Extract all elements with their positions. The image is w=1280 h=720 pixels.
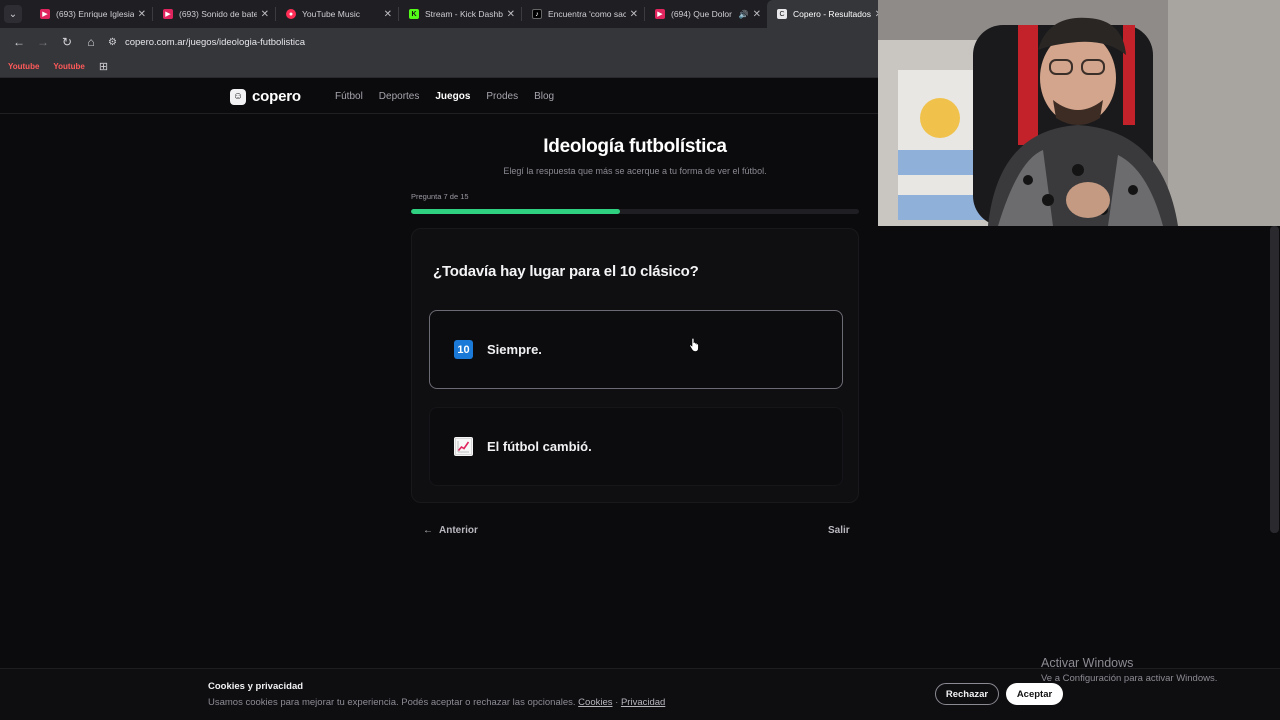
youtube-icon: ▶ — [40, 9, 50, 19]
tab-title: (694) Que Dolor — [671, 9, 732, 19]
chart-increasing-icon — [454, 437, 473, 456]
chevron-down-icon: ⌄ — [8, 8, 18, 20]
answer-label: Siempre. — [487, 342, 542, 357]
close-icon[interactable]: ✕ — [753, 9, 761, 20]
question-card: ¿Todavía hay lugar para el 10 clásico? 1… — [411, 228, 859, 503]
browser-tab[interactable]: ♪ Encuentra 'como sac ✕ — [522, 0, 644, 28]
forward-button[interactable]: → — [32, 31, 54, 53]
browser-tab[interactable]: ▶ (693) Enrique Iglesias ✕ — [30, 0, 152, 28]
nav-item-futbol[interactable]: Fútbol — [335, 91, 363, 102]
previous-button[interactable]: ← Anterior — [423, 525, 478, 536]
close-icon[interactable]: ✕ — [261, 9, 269, 20]
address-bar[interactable]: ⚙ copero.com.ar/juegos/ideologia-futboli… — [108, 31, 868, 53]
browser-tab[interactable]: ▶ (694) Que Dolor 🔊 ✕ — [645, 0, 767, 28]
tab-title: (693) Sonido de bater — [179, 9, 257, 19]
watermark-title: Activar Windows — [1041, 656, 1134, 670]
speaker-icon[interactable]: 🔊 — [739, 10, 749, 19]
tab-title: (693) Enrique Iglesias — [56, 9, 134, 19]
bookmark-youtube[interactable]: Youtube — [8, 62, 39, 71]
bookmark-youtube[interactable]: Youtube — [53, 62, 84, 71]
tiktok-icon: ♪ — [532, 9, 542, 19]
webcam-feed-image — [878, 0, 1280, 226]
close-icon[interactable]: ✕ — [138, 9, 146, 20]
tab-title: YouTube Music — [302, 9, 360, 19]
site-settings-icon[interactable]: ⚙ — [108, 37, 117, 48]
progress-bar-fill — [411, 209, 620, 214]
apps-grid-icon[interactable]: ⊞ — [99, 60, 108, 73]
progress-bar — [411, 209, 859, 214]
question-text: ¿Todavía hay lugar para el 10 clásico? — [433, 263, 699, 280]
tab-title: Copero - Resultados — [793, 9, 871, 19]
progress-label: Pregunta 7 de 15 — [411, 192, 469, 201]
page-title: Ideología futbolística — [543, 136, 727, 157]
arrow-left-icon: ← — [13, 35, 25, 49]
cookie-separator: · — [615, 697, 619, 708]
answer-label: El fútbol cambió. — [487, 439, 592, 454]
home-icon: ⌂ — [87, 35, 95, 49]
browser-tab[interactable]: ● YouTube Music ✕ — [276, 0, 398, 28]
browser-tab[interactable]: ▶ (693) Sonido de bater ✕ — [153, 0, 275, 28]
cookies-link[interactable]: Cookies — [578, 697, 612, 708]
home-button[interactable]: ⌂ — [80, 31, 102, 53]
nav-item-blog[interactable]: Blog — [534, 91, 554, 102]
close-icon[interactable]: ✕ — [507, 9, 515, 20]
windows-activation-watermark: Activar Windows Ve a Configuración para … — [1041, 656, 1217, 684]
chart-increasing-glyph — [455, 438, 472, 455]
privacy-link[interactable]: Privacidad — [621, 697, 665, 708]
cookie-description: Usamos cookies para mejorar tu experienc… — [208, 697, 665, 708]
page-subtitle: Elegí la respuesta que más se acerque a … — [503, 166, 767, 176]
browser-tab-active[interactable]: CCopero - Resultados✕ — [767, 0, 889, 28]
hand-cursor-icon — [689, 338, 699, 352]
youtube-music-icon: ● — [286, 9, 296, 19]
close-icon[interactable]: ✕ — [630, 9, 638, 20]
reload-button[interactable]: ↻ — [56, 31, 78, 53]
answer-option-el-futbol-cambio[interactable]: El fútbol cambió. — [429, 407, 843, 486]
tab-title: Stream - Kick Dashbo — [425, 9, 503, 19]
reload-icon: ↻ — [61, 35, 73, 49]
brand-name: copero — [252, 88, 301, 105]
keycap-ten-icon: 10 — [454, 340, 473, 359]
nav-item-juegos[interactable]: Juegos — [435, 91, 470, 102]
browser-tab[interactable]: K Stream - Kick Dashbo ✕ — [399, 0, 521, 28]
cookie-title: Cookies y privacidad — [208, 681, 304, 692]
accept-cookies-button[interactable]: Aceptar — [1006, 683, 1063, 705]
cookie-text: Usamos cookies para mejorar tu experienc… — [208, 697, 576, 708]
copero-logo-icon: ☺ — [230, 88, 246, 105]
url-text: copero.com.ar/juegos/ideologia-futbolist… — [124, 36, 306, 48]
brand-link[interactable]: ☺ copero — [230, 88, 301, 105]
arrow-left-icon: ← — [423, 525, 433, 536]
copero-icon: C — [777, 9, 787, 19]
main-nav: Fútbol Deportes Juegos Prodes Blog — [335, 91, 570, 102]
youtube-icon: ▶ — [163, 9, 173, 19]
webcam-overlay — [878, 0, 1280, 226]
previous-label: Anterior — [439, 525, 478, 536]
close-icon[interactable]: ✕ — [384, 9, 392, 20]
nav-item-deportes[interactable]: Deportes — [379, 91, 420, 102]
arrow-right-icon: → — [37, 35, 49, 49]
tab-title: Encuentra 'como sac — [548, 9, 626, 19]
tab-search-button[interactable]: ⌄ — [4, 5, 22, 23]
answer-option-siempre[interactable]: 10 Siempre. — [429, 310, 843, 389]
back-button[interactable]: ← — [8, 31, 30, 53]
kick-icon: K — [409, 9, 419, 19]
nav-item-prodes[interactable]: Prodes — [486, 91, 518, 102]
exit-button[interactable]: Salir — [828, 525, 850, 536]
page-scrollbar[interactable] — [1270, 226, 1279, 533]
reject-cookies-button[interactable]: Rechazar — [935, 683, 999, 705]
watermark-subtitle: Ve a Configuración para activar Windows. — [1041, 673, 1218, 684]
youtube-icon: ▶ — [655, 9, 665, 19]
